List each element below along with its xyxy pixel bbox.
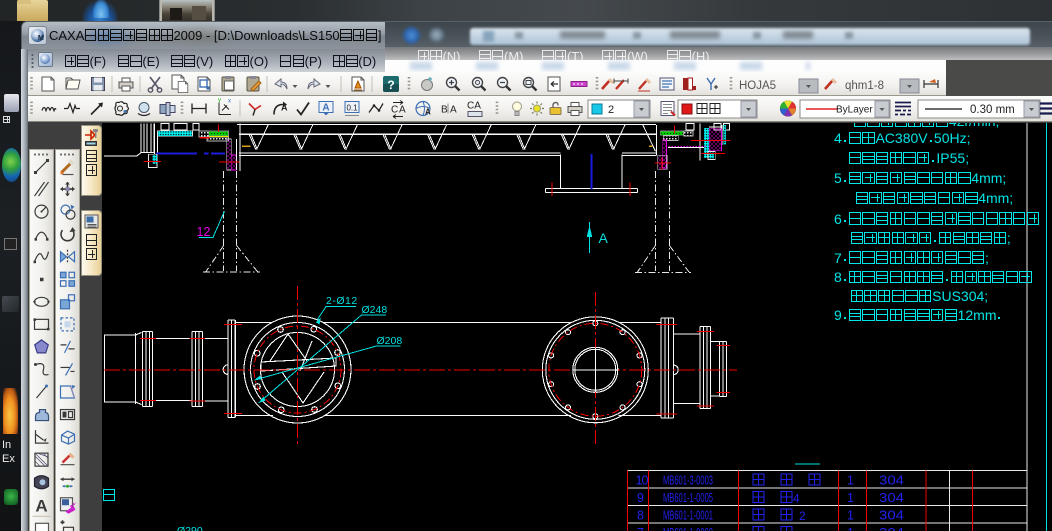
svg-text:304: 304 xyxy=(879,491,904,505)
svg-text:ByLayer: ByLayer xyxy=(836,105,873,116)
svg-text:C: C xyxy=(391,105,398,116)
svg-text:Ø290: Ø290 xyxy=(177,525,203,531)
svg-text:A: A xyxy=(281,103,288,113)
svg-text:7: 7 xyxy=(637,526,644,531)
svg-text:?: ? xyxy=(387,78,394,92)
svg-text:A: A xyxy=(599,230,609,246)
svg-text:A: A xyxy=(425,108,431,117)
svg-text:2-Ø12: 2-Ø12 xyxy=(326,295,358,307)
svg-text:10: 10 xyxy=(636,474,649,488)
svg-text:CA: CA xyxy=(467,101,481,112)
svg-text:1: 1 xyxy=(847,491,854,505)
svg-text:A: A xyxy=(322,103,329,114)
svg-text:A: A xyxy=(450,105,457,116)
svg-text:Ø248: Ø248 xyxy=(362,304,388,316)
svg-text:MB601-3-0003: MB601-3-0003 xyxy=(663,474,713,488)
svg-text:Ø208: Ø208 xyxy=(377,335,403,347)
svg-text:1: 1 xyxy=(847,509,854,523)
svg-text:4: 4 xyxy=(793,492,800,506)
svg-text:0.30 mm: 0.30 mm xyxy=(970,104,1015,116)
svg-text:8: 8 xyxy=(637,509,644,523)
svg-text:2: 2 xyxy=(799,509,806,523)
svg-text:9: 9 xyxy=(637,491,644,505)
svg-text:MB601-1-0001: MB601-1-0001 xyxy=(663,509,713,523)
svg-text:12: 12 xyxy=(197,225,211,239)
svg-text:A: A xyxy=(399,105,406,116)
svg-text:1: 1 xyxy=(847,474,854,488)
svg-text:MB601-1-0003: MB601-1-0003 xyxy=(663,526,713,531)
svg-text:1: 1 xyxy=(847,526,854,531)
svg-text:qhm1-8: qhm1-8 xyxy=(845,80,884,92)
svg-text:y: y xyxy=(218,98,221,104)
svg-text:304: 304 xyxy=(879,509,904,523)
svg-text:304: 304 xyxy=(879,474,904,488)
svg-text:2: 2 xyxy=(608,104,614,116)
svg-text:B: B xyxy=(441,105,448,116)
svg-text:x: x xyxy=(228,99,231,105)
svg-text:304: 304 xyxy=(879,526,904,531)
svg-text:A: A xyxy=(35,496,47,515)
svg-text:HOJA5: HOJA5 xyxy=(739,80,776,92)
svg-text:MB601-1-0005: MB601-1-0005 xyxy=(663,491,713,505)
svg-text:0.1: 0.1 xyxy=(346,104,358,113)
